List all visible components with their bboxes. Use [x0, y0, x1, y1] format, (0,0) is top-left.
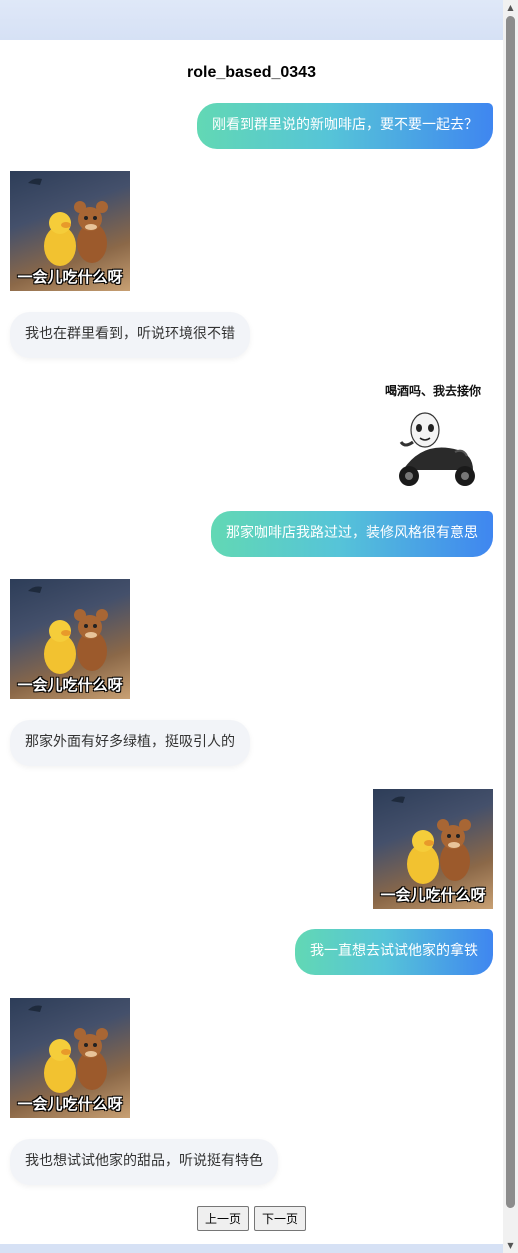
- chat-panel: role_based_0343 刚看到群里说的新咖啡店，要不要一起去？ 一会儿吃…: [0, 40, 503, 1244]
- message-row: 一会儿吃什么呀: [10, 789, 493, 909]
- sticker-caption: 一会儿吃什么呀: [17, 268, 123, 286]
- sticker-caption: 喝酒吗、我去接你: [384, 384, 481, 398]
- message-row: 刚看到群里说的新咖啡店，要不要一起去？: [10, 103, 493, 149]
- prev-page-button[interactable]: 上一页: [196, 1206, 249, 1231]
- message-row: 喝酒吗、我去接你: [10, 380, 493, 500]
- my-message-bubble: 那家咖啡店我路过过，装修风格很有意思: [211, 511, 493, 557]
- message-row: 我也在群里看到，听说环境很不错: [10, 312, 493, 358]
- message-row: 一会儿吃什么呀: [10, 171, 493, 291]
- panda-sticker[interactable]: 喝酒吗、我去接你: [373, 380, 493, 500]
- message-row: 那家外面有好多绿植，挺吸引人的: [10, 720, 493, 766]
- scrollbar-thumb[interactable]: [506, 16, 515, 1208]
- jerry-sticker[interactable]: 一会儿吃什么呀: [10, 171, 130, 291]
- other-message-bubble: 我也在群里看到，听说环境很不错: [10, 312, 250, 358]
- pager: 上一页 下一页: [0, 1206, 503, 1231]
- other-message-bubble: 我也想试试他家的甜品，听说挺有特色: [10, 1139, 278, 1185]
- other-message-bubble: 那家外面有好多绿植，挺吸引人的: [10, 720, 250, 766]
- scroll-up-icon[interactable]: ▲: [506, 3, 515, 12]
- jerry-sticker[interactable]: 一会儿吃什么呀: [373, 789, 493, 909]
- sticker-caption: 一会儿吃什么呀: [17, 676, 123, 694]
- jerry-sticker[interactable]: 一会儿吃什么呀: [10, 998, 130, 1118]
- message-row: 我一直想去试试他家的拿铁: [10, 929, 493, 975]
- message-row: 那家咖啡店我路过过，装修风格很有意思: [10, 511, 493, 557]
- my-message-bubble: 刚看到群里说的新咖啡店，要不要一起去？: [197, 103, 493, 149]
- next-page-button[interactable]: 下一页: [254, 1206, 307, 1231]
- my-message-bubble: 我一直想去试试他家的拿铁: [295, 929, 493, 975]
- message-row: 一会儿吃什么呀: [10, 998, 493, 1118]
- jerry-sticker[interactable]: 一会儿吃什么呀: [10, 579, 130, 699]
- message-row: 一会儿吃什么呀: [10, 579, 493, 699]
- message-row: 我也想试试他家的甜品，听说挺有特色: [10, 1139, 493, 1185]
- top-band: [0, 0, 503, 40]
- scroll-down-icon[interactable]: ▼: [506, 1241, 515, 1250]
- sticker-caption: 一会儿吃什么呀: [380, 886, 486, 904]
- chat-title: role_based_0343: [187, 64, 316, 81]
- bottom-band: [0, 1244, 503, 1253]
- sticker-caption: 一会儿吃什么呀: [17, 1095, 123, 1113]
